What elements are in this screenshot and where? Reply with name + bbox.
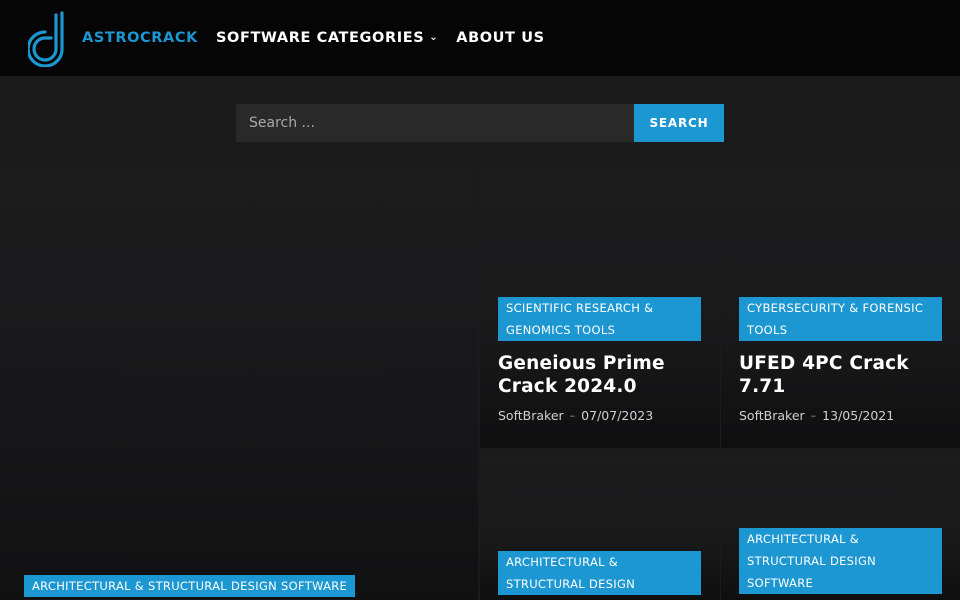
category-badge[interactable]: ARCHITECTURAL & STRUCTURAL DESIGN (498, 551, 701, 595)
post-author[interactable]: SoftBraker (739, 408, 805, 423)
featured-post-hero[interactable] (0, 168, 478, 600)
search-form: SEARCH (236, 104, 724, 142)
main-nav: ASTROCRACK SOFTWARE CATEGORIES ⌄ ABOUT U… (82, 0, 545, 76)
nav-item-about-us[interactable]: ABOUT US (456, 30, 544, 46)
search-input[interactable] (236, 104, 634, 142)
hero-category-badge[interactable]: ARCHITECTURAL & STRUCTURAL DESIGN SOFTWA… (24, 575, 356, 597)
post-card[interactable]: ARCHITECTURAL & STRUCTURAL DESIGN SOFTWA… (721, 450, 960, 600)
nav-item-label: SOFTWARE CATEGORIES (215, 30, 425, 46)
post-card[interactable]: CYBERSECURITY & FORENSIC TOOLS UFED 4PC … (721, 168, 960, 448)
chevron-down-icon: ⌄ (429, 31, 439, 43)
post-meta: SoftBraker – 07/07/2023 (498, 408, 653, 423)
post-title[interactable]: UFED 4PC Crack 7.71 (739, 352, 949, 398)
search-button[interactable]: SEARCH (634, 104, 724, 142)
astrocrack-logo-icon[interactable] (28, 9, 70, 67)
post-date: 07/07/2023 (581, 408, 654, 423)
post-title[interactable]: Geneious Prime Crack 2024.0 (498, 352, 708, 398)
category-badge[interactable]: SCIENTIFIC RESEARCH & GENOMICS TOOLS (498, 297, 701, 341)
post-card[interactable]: ARCHITECTURAL & STRUCTURAL DESIGN (480, 450, 720, 600)
site-header: ASTROCRACK SOFTWARE CATEGORIES ⌄ ABOUT U… (0, 0, 960, 76)
post-card[interactable]: SCIENTIFIC RESEARCH & GENOMICS TOOLS Gen… (480, 168, 720, 448)
category-badge[interactable]: ARCHITECTURAL & STRUCTURAL DESIGN SOFTWA… (739, 528, 942, 594)
meta-separator: – (569, 409, 576, 422)
meta-separator: – (810, 409, 817, 422)
post-meta: SoftBraker – 13/05/2021 (739, 408, 894, 423)
post-author[interactable]: SoftBraker (498, 408, 564, 423)
brand-link[interactable]: ASTROCRACK (82, 30, 198, 46)
nav-item-software-categories[interactable]: SOFTWARE CATEGORIES ⌄ (216, 30, 438, 46)
category-badge[interactable]: CYBERSECURITY & FORENSIC TOOLS (739, 297, 942, 341)
post-date: 13/05/2021 (822, 408, 895, 423)
nav-item-label: ABOUT US (456, 30, 545, 46)
